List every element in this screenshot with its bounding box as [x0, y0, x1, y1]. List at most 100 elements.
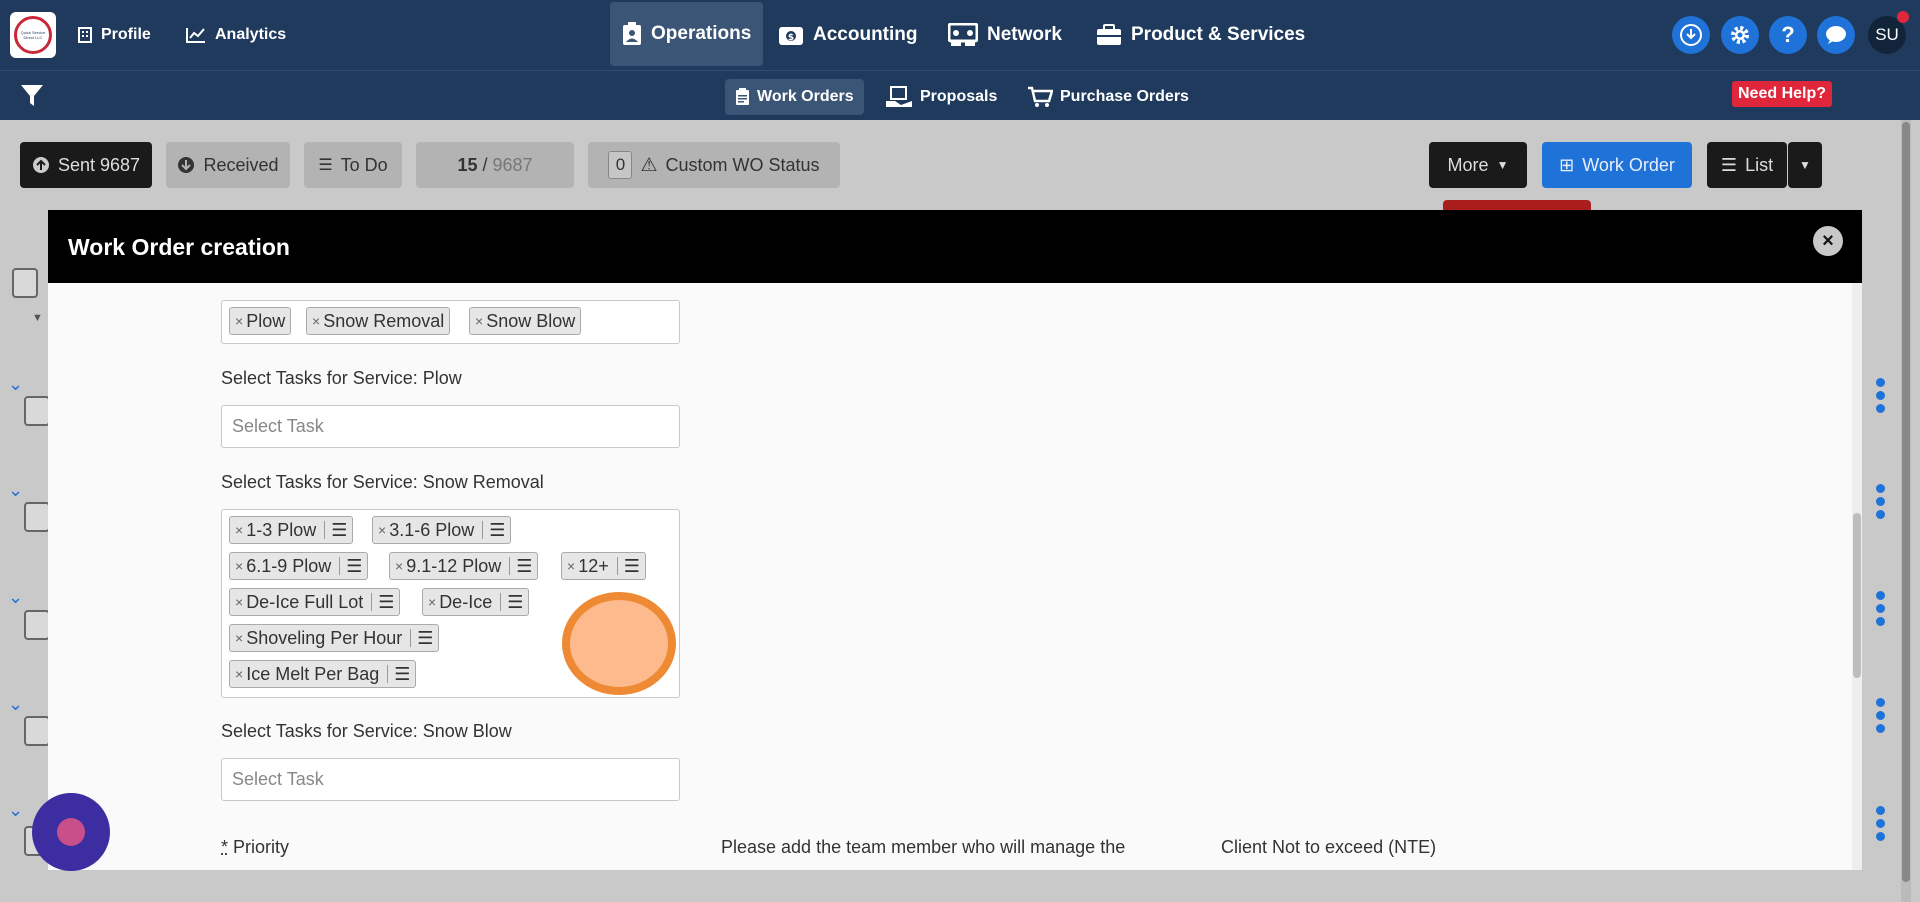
svg-text:$: $	[788, 33, 794, 43]
remove-tag-icon[interactable]: ×	[395, 558, 403, 574]
tab-work-orders-label: Work Orders	[757, 88, 854, 105]
plus-square-icon: ⊞	[1559, 154, 1575, 175]
remove-tag-icon[interactable]: ×	[235, 666, 243, 682]
top-navbar: Quick Service Direct LLC Profile Analyti…	[0, 0, 1920, 70]
task-tag[interactable]: × Shoveling Per Hour ☰	[229, 624, 440, 652]
row-menu-icon[interactable]	[1876, 378, 1886, 413]
row-menu-icon[interactable]	[1876, 484, 1886, 519]
download-button[interactable]	[1672, 16, 1710, 54]
nte-label: Client Not to exceed (NTE)	[1221, 837, 1437, 857]
task-tag[interactable]: × 9.1-12 Plow ☰	[389, 552, 539, 580]
service-tag[interactable]: × Snow Removal	[306, 307, 451, 335]
filter-icon[interactable]	[20, 84, 44, 108]
nav-products-label: Product & Services	[1131, 24, 1306, 45]
help-button[interactable]: ?	[1769, 16, 1807, 54]
task-tag[interactable]: × 3.1-6 Plow ☰	[372, 516, 512, 544]
task-tag[interactable]: × 12+ ☰	[561, 552, 646, 580]
service-tag[interactable]: × Plow	[229, 307, 292, 335]
new-work-order-button[interactable]: ⊞ Work Order	[1542, 142, 1692, 188]
download-circle-icon	[1680, 24, 1702, 46]
remove-tag-icon[interactable]: ×	[378, 522, 386, 538]
tab-purchase-orders[interactable]: Purchase Orders	[1017, 79, 1199, 115]
snow-blow-tasks-placeholder: Select Task	[232, 769, 324, 789]
todo-filter-button[interactable]: ☰ To Do	[304, 142, 402, 188]
plow-tasks-label: Select Tasks for Service: Plow	[221, 368, 462, 388]
plow-tasks-select[interactable]: Select Task	[221, 405, 680, 448]
sliders-icon[interactable]: ☰	[507, 592, 523, 613]
task-tag[interactable]: × 6.1-9 Plow ☰	[229, 552, 369, 580]
row-menu-icon[interactable]	[1876, 806, 1886, 841]
view-dropdown-toggle[interactable]: ▼	[1788, 142, 1822, 188]
remove-tag-icon[interactable]: ×	[235, 594, 243, 610]
remove-tag-icon[interactable]: ×	[235, 630, 243, 646]
service-tag[interactable]: × Snow Blow	[469, 307, 582, 335]
sliders-icon[interactable]: ☰	[516, 556, 532, 577]
snow-blow-tasks-select[interactable]: Select Task	[221, 758, 680, 801]
select-all-checkbox[interactable]	[12, 268, 38, 298]
sent-filter-button[interactable]: Sent 9687	[20, 142, 152, 188]
modal-scrollbar[interactable]	[1852, 283, 1862, 870]
sliders-icon[interactable]: ☰	[624, 556, 640, 577]
row-menu-icon[interactable]	[1876, 591, 1886, 626]
chat-button[interactable]	[1817, 16, 1855, 54]
company-logo[interactable]: Quick Service Direct LLC	[10, 12, 56, 58]
remove-tag-icon[interactable]: ×	[428, 594, 436, 610]
settings-button[interactable]	[1721, 16, 1759, 54]
more-dropdown[interactable]: More ▼	[1429, 142, 1527, 188]
tab-work-orders[interactable]: Work Orders	[725, 79, 864, 115]
caret-down-icon: ▼	[1496, 158, 1509, 172]
gear-icon	[1731, 26, 1749, 44]
chevron-down-icon[interactable]: ⌄	[8, 587, 23, 608]
nav-products-services[interactable]: Product & Services	[1096, 0, 1305, 70]
close-icon: ×	[1822, 229, 1834, 252]
row-checkbox[interactable]	[24, 610, 50, 640]
remove-tag-icon[interactable]: ×	[235, 522, 243, 538]
received-filter-button[interactable]: Received	[166, 142, 290, 188]
nav-profile[interactable]: Profile	[78, 0, 151, 70]
briefcase-icon	[1097, 24, 1121, 45]
row-checkbox[interactable]	[24, 396, 50, 426]
custom-wo-status-button[interactable]: 0 ⚠ Custom WO Status	[588, 142, 840, 188]
chevron-down-icon[interactable]: ⌄	[8, 480, 23, 501]
sliders-icon[interactable]: ☰	[346, 556, 362, 577]
nav-operations[interactable]: Operations	[610, 2, 764, 66]
sliders-icon[interactable]: ☰	[489, 520, 505, 541]
row-menu-icon[interactable]	[1876, 698, 1886, 733]
sliders-icon[interactable]: ☰	[331, 520, 347, 541]
remove-tag-icon[interactable]: ×	[312, 313, 320, 329]
plow-tasks-placeholder: Select Task	[232, 416, 324, 436]
notification-dot	[1897, 11, 1909, 23]
chevron-down-icon[interactable]: ⌄	[8, 374, 23, 395]
row-checkbox[interactable]	[24, 716, 50, 746]
remove-tag-icon[interactable]: ×	[235, 558, 243, 574]
task-tag[interactable]: × Ice Melt Per Bag ☰	[229, 660, 417, 688]
tab-proposals[interactable]: Proposals	[875, 79, 1007, 115]
nav-analytics[interactable]: Analytics	[186, 0, 286, 70]
list-view-button[interactable]: ☰ List	[1707, 142, 1787, 188]
chat-bubble-icon	[1826, 26, 1846, 44]
chevron-down-icon[interactable]: ⌄	[8, 800, 23, 821]
task-tag[interactable]: × 1-3 Plow ☰	[229, 516, 354, 544]
remove-tag-icon[interactable]: ×	[567, 558, 575, 574]
row-checkbox[interactable]	[24, 502, 50, 532]
remove-tag-icon[interactable]: ×	[235, 313, 243, 329]
nav-network-label: Network	[987, 24, 1062, 45]
close-modal-button[interactable]: ×	[1813, 226, 1843, 256]
sliders-icon[interactable]: ☰	[417, 628, 433, 649]
support-chat-launcher[interactable]	[32, 793, 110, 871]
need-help-button[interactable]: Need Help?	[1732, 81, 1833, 107]
remove-tag-icon[interactable]: ×	[475, 313, 483, 329]
modal-title: Work Order creation	[68, 234, 290, 260]
task-tag[interactable]: × De-Ice ☰	[422, 588, 530, 616]
money-bag-icon: $	[779, 27, 803, 45]
cursor-highlight	[562, 592, 676, 695]
sliders-icon[interactable]: ☰	[394, 664, 410, 685]
services-multiselect[interactable]: × Plow × Snow Removal × Snow Blow	[221, 300, 680, 344]
sliders-icon[interactable]: ☰	[378, 592, 394, 613]
page-scrollbar[interactable]	[1901, 120, 1911, 902]
task-tag[interactable]: × De-Ice Full Lot ☰	[229, 588, 401, 616]
nav-network[interactable]: Network	[948, 0, 1062, 70]
chevron-down-icon[interactable]: ⌄	[8, 694, 23, 715]
question-icon: ?	[1781, 22, 1795, 47]
nav-accounting[interactable]: $ Accounting	[778, 0, 918, 70]
